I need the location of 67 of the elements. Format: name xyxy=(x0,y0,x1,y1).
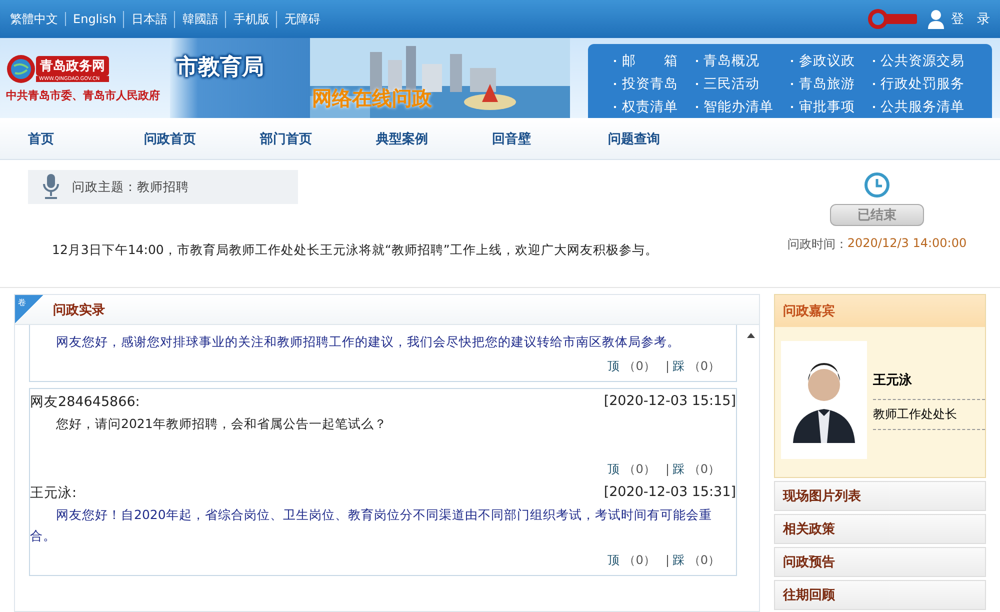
clock-icon xyxy=(864,172,890,198)
quick-link[interactable]: 审批事项 xyxy=(791,96,864,118)
logo-name: 青岛政务网 xyxy=(36,56,109,76)
message-body: 您好，请问2021年教师招聘，会和省属公告一起笔试么？ xyxy=(55,415,388,433)
quick-link[interactable]: 权责清单 xyxy=(614,96,688,118)
topic-text: 问政主题：教师招聘 xyxy=(72,178,189,196)
upvote-link[interactable]: 顶 xyxy=(608,358,620,375)
quick-link[interactable]: 公共服务清单 xyxy=(872,96,974,118)
quick-link[interactable]: 智能办清单 xyxy=(696,96,783,118)
message-body: 网友您好！自2020年起，省综合岗位、卫生岗位、教育岗位分不同渠道由不同部门组织考试，考试时间有可能会重合。 xyxy=(30,506,713,545)
downvote-link[interactable]: 踩 xyxy=(672,358,684,375)
vote-count: （0） xyxy=(624,358,656,375)
vote-count: （0） xyxy=(688,461,720,478)
vote-count: （0） xyxy=(624,461,656,478)
message-author: 网友284645866: xyxy=(30,393,140,411)
notice-text: 12月3日下午14:00，市教育局教师工作处处长王元泳将就“教师招聘”工作上线，欢迎广大网友积极参与。 xyxy=(52,242,659,259)
vote-count: （0） xyxy=(624,552,656,569)
side-section[interactable]: 现场图片列表 xyxy=(774,481,986,511)
status-button[interactable]: 已结束 xyxy=(830,204,924,226)
globe-icon xyxy=(6,54,36,84)
nav-tab[interactable]: 典型案例 xyxy=(376,130,492,148)
language-link[interactable]: 手机版 xyxy=(225,10,276,28)
logo-icon xyxy=(867,8,919,30)
upvote-link[interactable]: 顶 xyxy=(608,552,620,569)
quick-link[interactable]: 行政处罚服务 xyxy=(872,73,974,95)
upvote-link[interactable]: 顶 xyxy=(608,461,620,478)
side-section[interactable]: 往期回顾 xyxy=(774,580,986,610)
login-link[interactable]: 登 录 xyxy=(951,10,990,28)
guest-name: 王元泳 xyxy=(873,372,913,390)
message-time: [2020-12-03 15:15] xyxy=(604,393,736,411)
side-section[interactable]: 问政预告 xyxy=(774,547,986,577)
vote-count: （0） xyxy=(688,358,720,375)
quick-link[interactable]: 青岛旅游 xyxy=(791,73,864,95)
quick-link[interactable]: 投资青岛 xyxy=(614,73,688,95)
guest-position: 教师工作处处长 xyxy=(873,398,985,430)
language-link[interactable]: 无障碍 xyxy=(276,10,328,28)
quick-link[interactable]: 青岛概况 xyxy=(696,50,783,72)
quick-link[interactable]: 三民活动 xyxy=(696,73,783,95)
language-link[interactable]: 韓國語 xyxy=(174,10,226,28)
language-link[interactable]: English xyxy=(65,12,124,26)
user-icon[interactable] xyxy=(927,9,945,29)
side-section[interactable]: 相关政策 xyxy=(774,514,986,544)
downvote-link[interactable]: 踩 xyxy=(672,461,684,478)
time-label: 问政时间： xyxy=(787,236,848,253)
banner-title: 网络在线问政 xyxy=(312,85,432,112)
nav-tab[interactable]: 问政首页 xyxy=(144,130,260,148)
vote-count: （0） xyxy=(688,552,720,569)
guest-title: 问政嘉宾 xyxy=(783,302,835,320)
nav-tab[interactable]: 首页 xyxy=(28,130,144,148)
owner-text: 中共青岛市委、青岛市人民政府 xyxy=(6,88,161,102)
scroll-up-icon[interactable] xyxy=(747,333,755,338)
nav-tab[interactable]: 回音壁 xyxy=(492,130,608,148)
message-author: 王元泳: xyxy=(30,484,77,502)
language-link[interactable]: 繁體中文 xyxy=(10,10,65,28)
quick-link[interactable]: 公共资源交易 xyxy=(872,50,974,72)
nav-tab[interactable]: 部门首页 xyxy=(260,130,376,148)
time-value: 2020/12/3 14:00:00 xyxy=(847,236,967,252)
record-title: 问政实录 xyxy=(53,302,105,318)
department-title: 市教育局 xyxy=(176,55,264,80)
language-link[interactable]: 日本語 xyxy=(123,10,174,28)
quick-link[interactable]: 邮 箱 xyxy=(614,50,688,72)
nav-tab[interactable]: 问题查询 xyxy=(608,130,724,148)
corner-badge: 卷 xyxy=(15,295,43,323)
message-time: [2020-12-03 15:31] xyxy=(604,484,736,502)
downvote-link[interactable]: 踩 xyxy=(672,552,684,569)
quick-link[interactable]: 参政议政 xyxy=(791,50,864,72)
message-body: 网友您好，感谢您对排球事业的关注和教师招聘工作的建议，我们会尽快把您的建议转给市南区教体局参考。 xyxy=(55,333,681,351)
